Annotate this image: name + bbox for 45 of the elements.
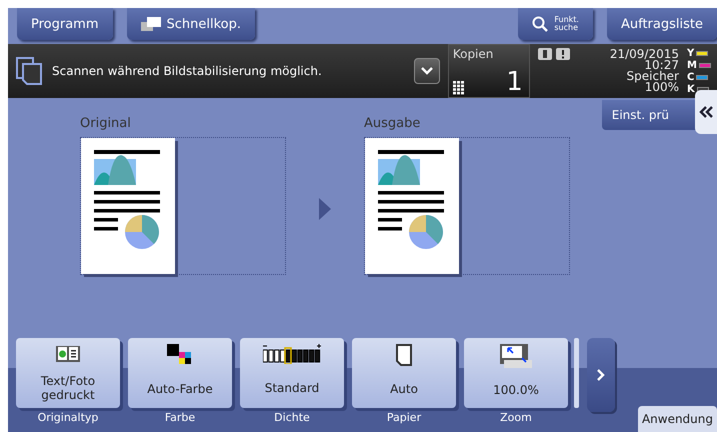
copy-pages-icon xyxy=(140,17,161,31)
function-caption: Farbe xyxy=(164,411,196,424)
output-label: Ausgabe xyxy=(364,116,422,131)
memory-label: Speicher xyxy=(626,71,679,82)
toner-label: Y xyxy=(687,48,694,58)
toner-label: K xyxy=(687,84,695,94)
memory-value: 100% xyxy=(644,82,679,93)
density-scale-icon xyxy=(263,344,321,364)
warning-icon xyxy=(556,48,570,60)
toner-label: M xyxy=(687,60,697,70)
function-search-button[interactable]: Funkt. suche xyxy=(518,8,593,40)
function-caption: Dichte xyxy=(274,411,310,424)
top-button[interactable]: Schnellkop. xyxy=(126,8,256,40)
function-button[interactable]: Auto-Farbe xyxy=(128,338,232,408)
original-label: Original xyxy=(80,116,132,131)
time-text: 10:27 xyxy=(644,60,679,71)
application-tab[interactable]: Anwendung xyxy=(638,406,717,432)
function-caption: Zoom xyxy=(500,411,532,424)
function-caption: Originaltyp xyxy=(38,411,98,424)
expand-button[interactable] xyxy=(414,58,440,84)
chevron-right-icon xyxy=(597,369,605,381)
double-chevron-left-icon xyxy=(699,106,713,118)
function-caption: Papier xyxy=(386,411,422,424)
function-button[interactable]: Standard xyxy=(240,338,344,408)
book-icon xyxy=(55,344,81,364)
copy-pages-icon xyxy=(16,57,42,85)
copies-label: Kopien xyxy=(452,47,494,61)
copies-count: 1 xyxy=(506,69,523,95)
top-button[interactable]: Auftragsliste xyxy=(606,8,717,40)
search-icon xyxy=(532,16,548,32)
zoom-icon xyxy=(500,344,532,368)
top-button[interactable]: Programm xyxy=(17,8,113,40)
color-squares-icon xyxy=(167,344,193,366)
keypad-icon xyxy=(452,81,465,95)
date-text: 21/09/2015 xyxy=(610,49,679,60)
function-button[interactable]: Text/Foto gedruckt xyxy=(16,338,120,408)
chevron-down-icon xyxy=(420,67,433,75)
arrow-right-icon xyxy=(319,198,331,220)
function-button[interactable]: 100.0% xyxy=(464,338,568,408)
function-button[interactable]: Auto xyxy=(352,338,456,408)
copies-panel[interactable]: Kopien 1 xyxy=(448,44,530,98)
status-message: Scannen während Bildstabilisierung möglich. xyxy=(51,64,323,78)
paper-sheet-icon xyxy=(396,344,412,366)
toner-label: C xyxy=(687,72,694,82)
collapse-tab[interactable] xyxy=(695,90,717,134)
